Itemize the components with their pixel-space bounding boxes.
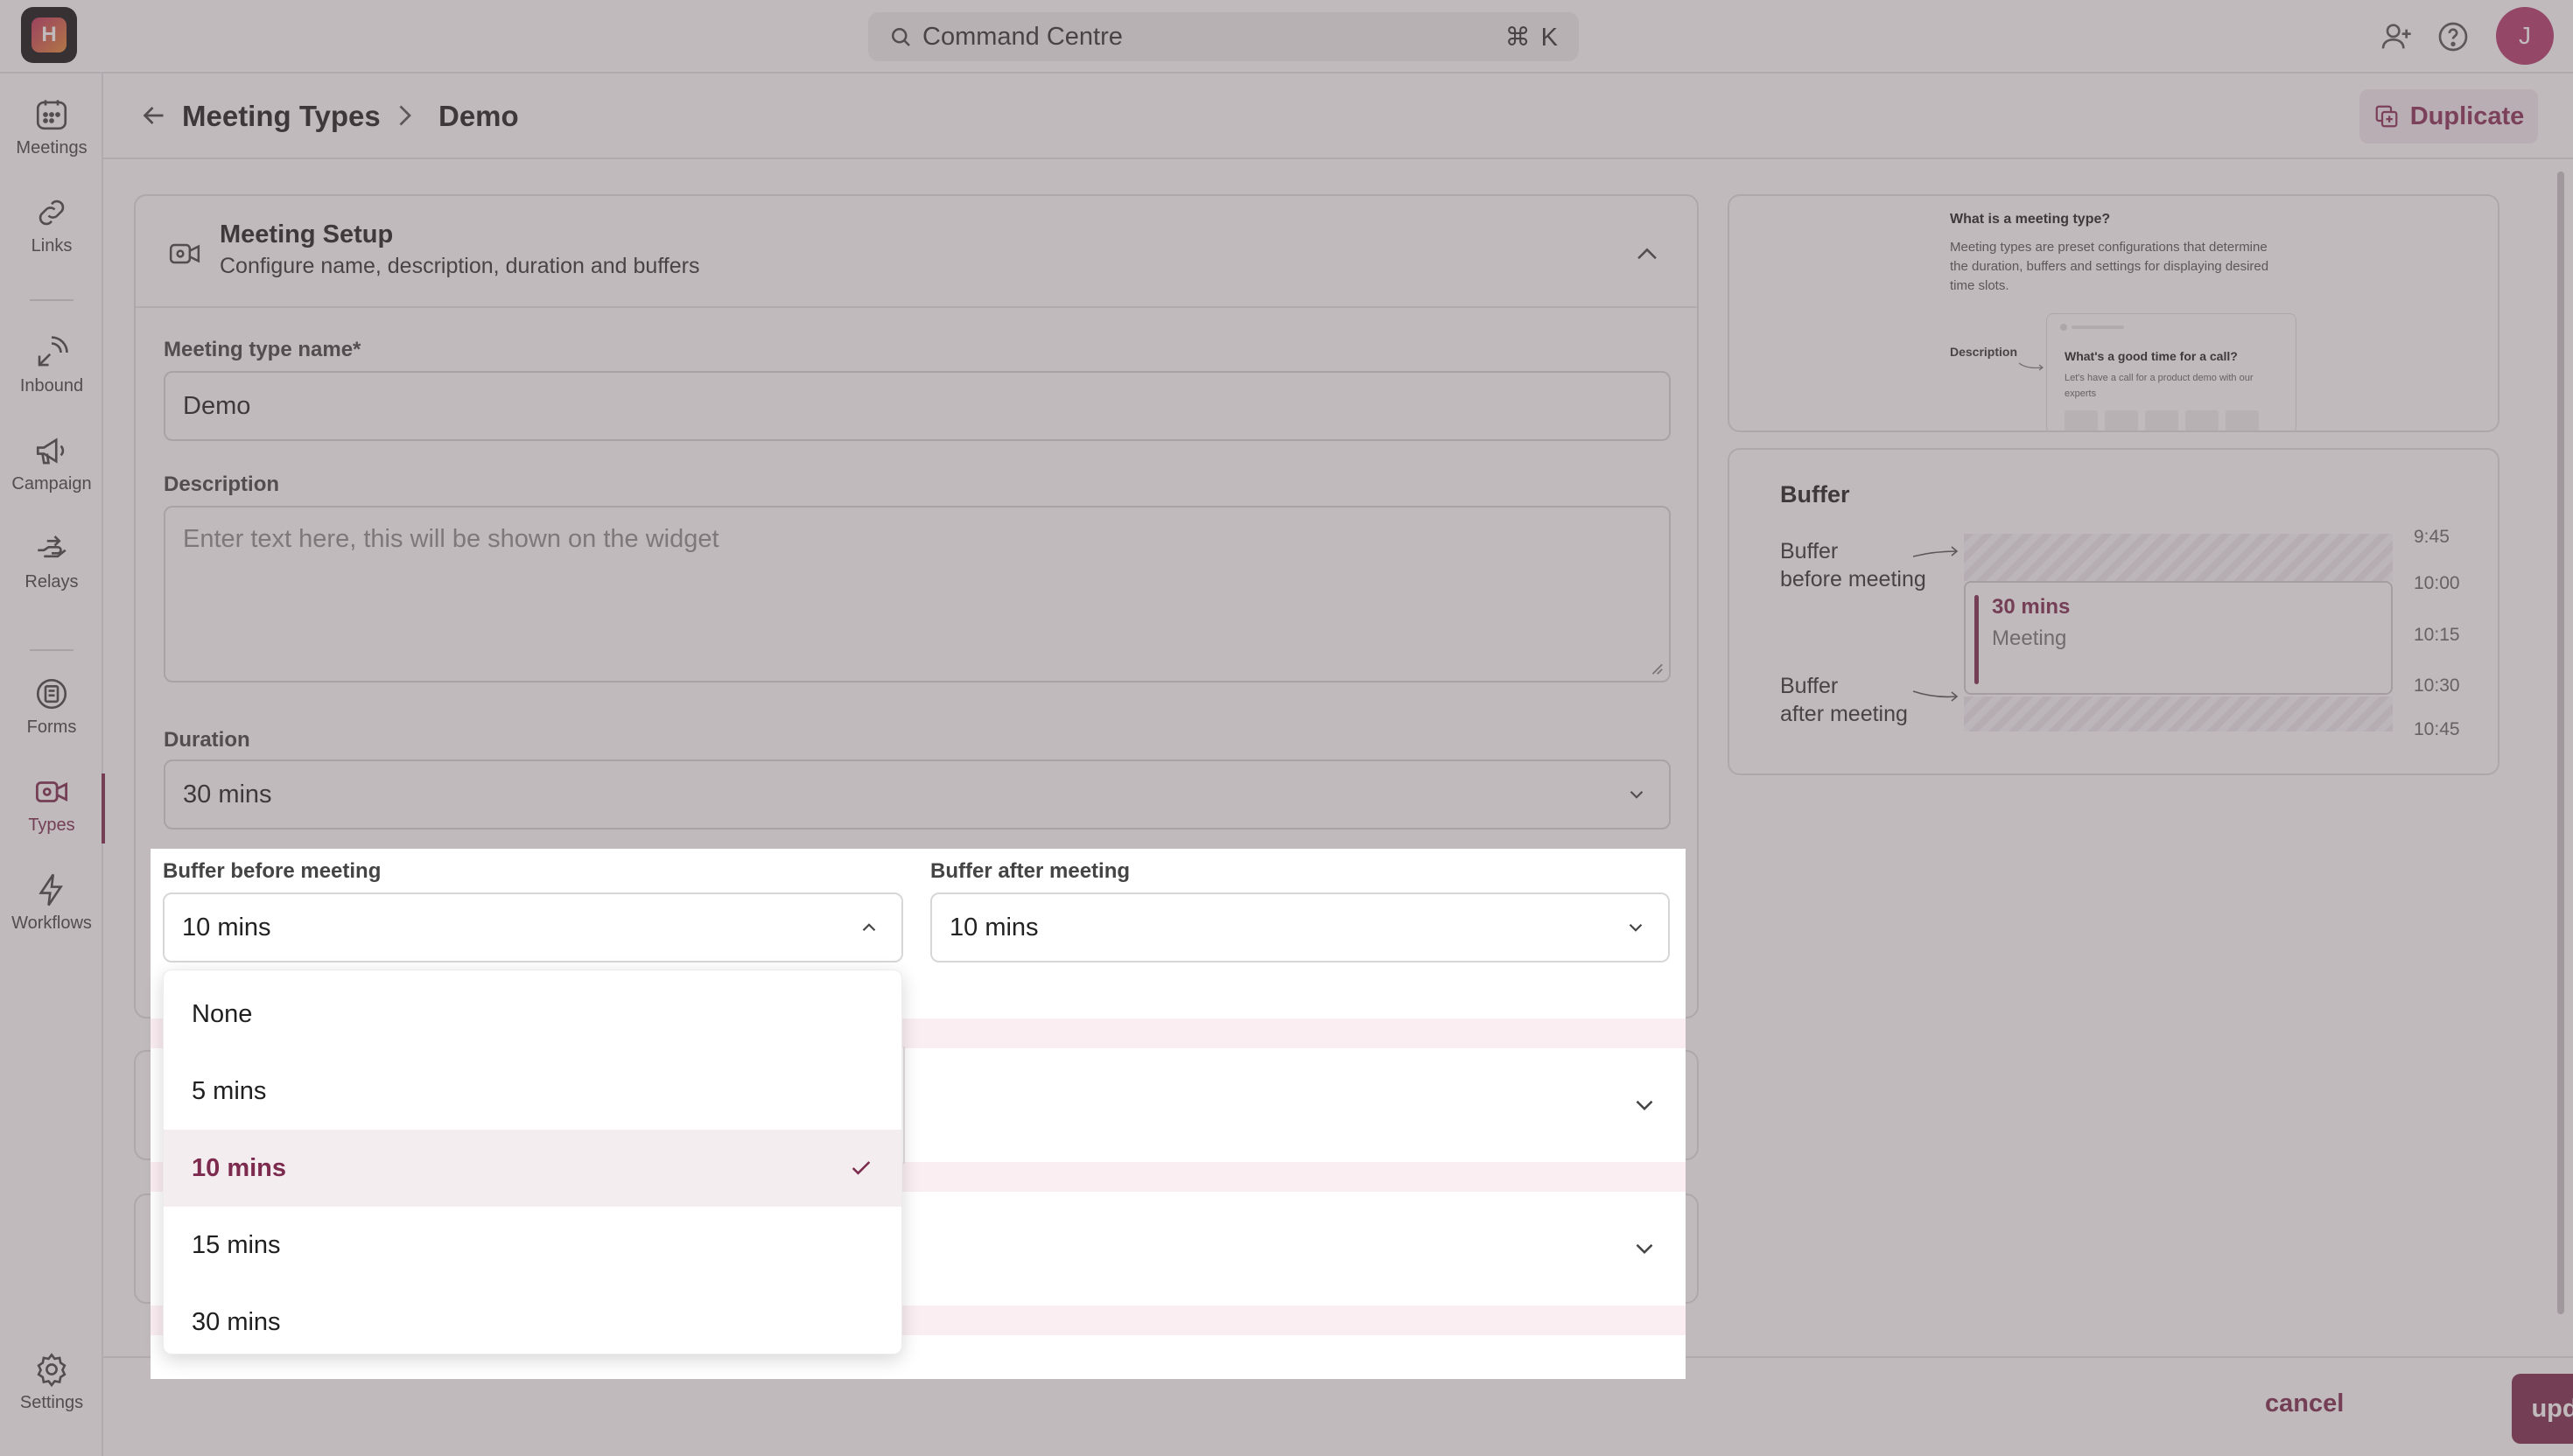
buffer-before-dropdown: None 5 mins 10 mins 15 mins 30 mins [163,970,902,1354]
chevron-down-icon [1629,923,1643,932]
option-label: 15 mins [192,1230,281,1259]
buffer-after-label: Buffer after meeting [930,859,1131,883]
option-label: 5 mins [192,1076,267,1105]
option-label: 10 mins [192,1153,286,1182]
option-label: None [192,999,253,1028]
dropdown-option-5-mins[interactable]: 5 mins [164,1053,901,1130]
chevron-down-icon[interactable] [1630,1090,1659,1120]
buffer-after-value: 10 mins [950,913,1039,942]
buffer-before-value: 10 mins [182,913,271,942]
buffer-before-select[interactable]: 10 mins [163,892,903,962]
chevron-down-icon[interactable] [1630,1234,1659,1264]
option-label: 30 mins [192,1307,281,1336]
dropdown-option-15-mins[interactable]: 15 mins [164,1207,901,1284]
dropdown-option-10-mins[interactable]: 10 mins [164,1130,901,1207]
dropdown-option-30-mins[interactable]: 30 mins [164,1284,901,1354]
buffer-after-select[interactable]: 10 mins [930,892,1670,962]
chevron-up-icon [862,923,876,932]
check-icon [852,1161,871,1175]
dropdown-option-none[interactable]: None [164,976,901,1053]
buffer-before-label: Buffer before meeting [163,859,382,883]
card-border [903,1046,905,1164]
